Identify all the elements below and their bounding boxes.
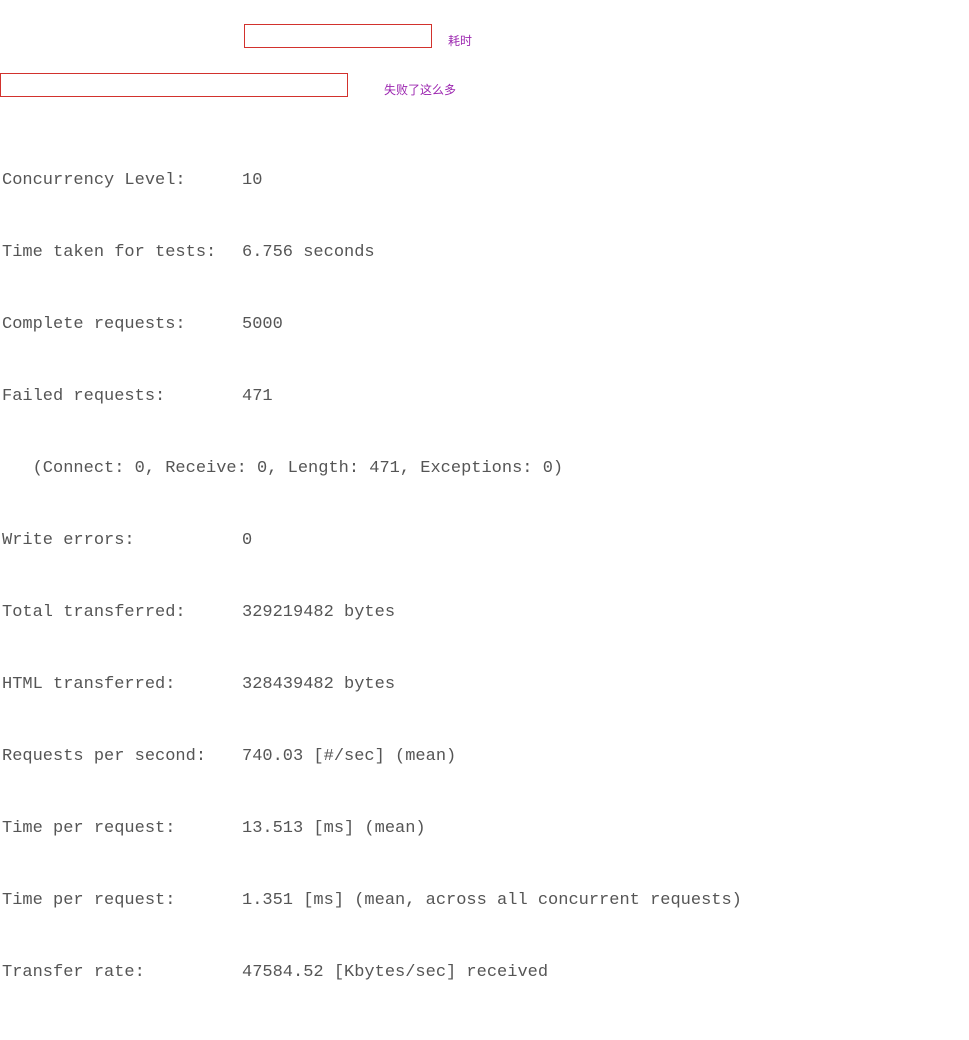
row-time-taken: Time taken for tests:6.756 seconds [2,241,969,265]
blank-row [2,1033,969,1040]
label-total-transferred: Total transferred: [2,601,242,625]
label-complete: Complete requests: [2,313,242,337]
value-failed: 471 [242,387,273,406]
value-html-transferred: 328439482 bytes [242,675,395,694]
row-tpr2: Time per request:1.351 [ms] (mean, acros… [2,889,969,913]
row-failed: Failed requests:471 [2,385,969,409]
value-tpr1: 13.513 [ms] (mean) [242,819,426,838]
label-failed: Failed requests: [2,385,242,409]
label-concurrency: Concurrency Level: [2,169,242,193]
value-tpr2: 1.351 [ms] (mean, across all concurrent … [242,891,742,910]
label-tpr1: Time per request: [2,817,242,841]
row-tpr1: Time per request:13.513 [ms] (mean) [2,817,969,841]
label-time-taken: Time taken for tests: [2,241,242,265]
terminal-output: 耗时 失败了这么多 Concurrency Level:10 Time take… [0,0,969,1040]
row-failed-breakdown: (Connect: 0, Receive: 0, Length: 471, Ex… [2,457,969,481]
annotation-time-taken: 耗时 [448,29,472,53]
highlight-box-failed-requests [0,73,348,97]
row-html-transferred: HTML transferred:328439482 bytes [2,673,969,697]
label-write-errors: Write errors: [2,529,242,553]
value-concurrency: 10 [242,171,262,190]
label-rps: Requests per second: [2,745,242,769]
row-transfer: Transfer rate:47584.52 [Kbytes/sec] rece… [2,961,969,985]
row-concurrency: Concurrency Level:10 [2,169,969,193]
annotation-failed-requests: 失败了这么多 [384,78,456,102]
label-tpr2: Time per request: [2,889,242,913]
row-complete: Complete requests:5000 [2,313,969,337]
row-write-errors: Write errors:0 [2,529,969,553]
value-complete: 5000 [242,315,283,334]
value-rps: 740.03 [#/sec] (mean) [242,747,456,766]
value-total-transferred: 329219482 bytes [242,603,395,622]
highlight-box-time-taken [244,24,432,48]
label-html-transferred: HTML transferred: [2,673,242,697]
row-total-transferred: Total transferred:329219482 bytes [2,601,969,625]
value-write-errors: 0 [242,531,252,550]
row-rps: Requests per second:740.03 [#/sec] (mean… [2,745,969,769]
value-transfer: 47584.52 [Kbytes/sec] received [242,963,548,982]
label-transfer: Transfer rate: [2,961,242,985]
value-time-taken: 6.756 seconds [242,243,375,262]
